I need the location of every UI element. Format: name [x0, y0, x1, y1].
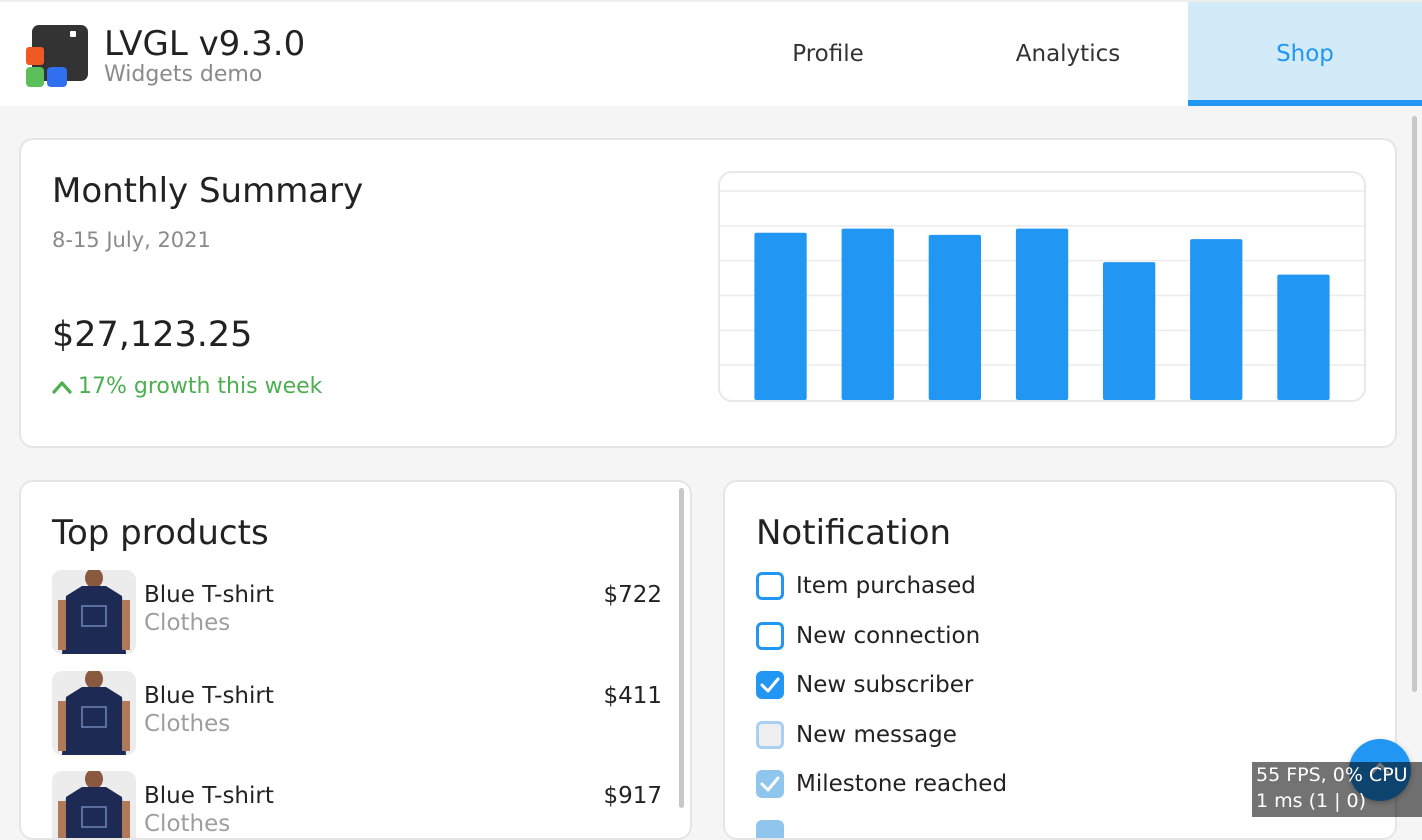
product-image [52, 771, 136, 838]
checkbox-new-message: New message [756, 717, 957, 753]
growth-text: 17% growth this week [78, 374, 323, 399]
chevron-up-icon [52, 380, 72, 394]
checkbox[interactable] [756, 622, 784, 650]
checkbox-milestone-reached: Milestone reached [756, 766, 1007, 802]
growth-indicator: 17% growth this week [52, 374, 322, 399]
checkbox-item-purchased[interactable]: Item purchased [756, 568, 976, 604]
checkbox-next-hidden [756, 816, 784, 838]
app-subtitle: Widgets demo [104, 62, 263, 87]
check-icon [760, 677, 780, 693]
checkbox-label: New connection [796, 623, 981, 649]
products-scrollbar[interactable] [679, 488, 684, 808]
checkbox-label: New message [796, 722, 957, 748]
product-item[interactable]: Blue T-shirt Clothes $917 [52, 771, 662, 838]
check-icon [760, 776, 780, 792]
checkbox [756, 820, 784, 838]
product-category: Clothes [144, 610, 231, 636]
product-item[interactable]: Blue T-shirt Clothes $411 [52, 671, 662, 755]
checkbox[interactable] [756, 572, 784, 600]
chart-bar [841, 228, 894, 400]
product-name: Blue T-shirt [144, 582, 274, 608]
summary-amount: $27,123.25 [52, 315, 253, 355]
products-title: Top products [52, 513, 269, 553]
performance-monitor: 55 FPS, 0% CPU 1 ms (1 | 0) [1252, 762, 1422, 817]
tab-profile[interactable]: Profile [708, 2, 948, 106]
lvgl-logo-icon [26, 25, 88, 87]
checkbox-new-connection[interactable]: New connection [756, 618, 980, 654]
product-image [52, 671, 136, 755]
notification-title: Notification [756, 513, 952, 553]
chart-bar [1015, 228, 1069, 400]
checkbox [756, 770, 784, 798]
top-products-card: Top products Blue T-shirt Clothes $722 B… [19, 480, 692, 840]
tshirt-image-icon [52, 570, 136, 654]
tab-shop[interactable]: Shop [1188, 2, 1422, 106]
product-image [52, 570, 136, 654]
perf-fps: 55 FPS, 0% CPU [1256, 764, 1408, 786]
product-category: Clothes [144, 811, 231, 837]
checkbox[interactable] [756, 671, 784, 699]
chart-bar [1277, 274, 1330, 400]
product-item[interactable]: Blue T-shirt Clothes $722 [52, 570, 662, 654]
app-title: LVGL v9.3.0 [104, 24, 306, 64]
checkbox-label: New subscriber [796, 672, 974, 698]
product-category: Clothes [144, 711, 231, 737]
tab-analytics[interactable]: Analytics [948, 2, 1188, 106]
chart-bar [928, 234, 981, 400]
perf-time: 1 ms (1 | 0) [1256, 790, 1367, 812]
product-name: Blue T-shirt [144, 683, 274, 709]
checkbox-label: Item purchased [796, 573, 976, 599]
monthly-summary-card: Monthly Summary 8-15 July, 2021 $27,123.… [19, 138, 1397, 448]
app-header: LVGL v9.3.0 Widgets demo Profile Analyti… [0, 0, 1422, 106]
chart-bar [1190, 239, 1243, 400]
product-price: $411 [603, 683, 662, 709]
tshirt-image-icon [52, 671, 136, 755]
checkbox [756, 721, 784, 749]
tshirt-image-icon [52, 771, 136, 838]
main-scrollbar[interactable] [1412, 116, 1417, 692]
chart-bar [1103, 262, 1156, 400]
product-price: $917 [603, 783, 662, 809]
summary-title: Monthly Summary [52, 171, 364, 211]
checkbox-new-subscriber[interactable]: New subscriber [756, 667, 973, 703]
bar-chart-svg [720, 190, 1364, 400]
summary-date-range: 8-15 July, 2021 [52, 228, 211, 252]
chart-bar [754, 232, 807, 400]
product-price: $722 [603, 582, 662, 608]
product-name: Blue T-shirt [144, 783, 274, 809]
summary-bar-chart [718, 171, 1366, 402]
checkbox-label: Milestone reached [796, 771, 1008, 797]
